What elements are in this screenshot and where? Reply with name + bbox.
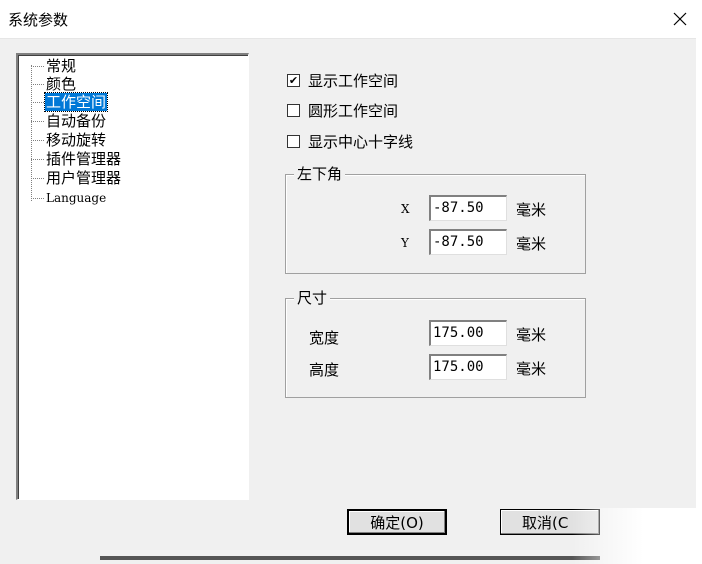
tree-item-user-manager[interactable]: 用户管理器 [31,169,122,187]
tree-item-label: 用户管理器 [46,169,122,187]
tree-item-label: 常规 [46,57,77,75]
x-field[interactable]: -87.50 [429,195,507,221]
checkbox-label: 显示中心十字线 [308,132,414,151]
width-label: 宽度 [309,329,340,347]
close-icon [673,12,687,26]
tree-item-color[interactable]: 颜色 [31,75,77,93]
checkbox-label: 圆形工作空间 [308,101,399,120]
show-workspace-checkbox[interactable]: ✔ 显示工作空间 [287,70,398,90]
window-edge [696,38,702,564]
x-label: X [401,202,410,216]
tree-item-general[interactable]: 常规 [31,57,77,75]
height-field[interactable]: 175.00 [429,354,507,380]
title-bar: 系统参数 [0,0,702,39]
tree-item-label: 工作空间 [43,92,109,112]
width-unit: 毫米 [516,326,547,344]
tree-item-autobackup[interactable]: 自动备份 [31,112,107,130]
close-button[interactable] [658,0,702,38]
checkbox-box[interactable] [287,134,300,148]
height-label: 高度 [309,361,340,379]
lower-left-group: 左下角 X -87.50 毫米 Y -87.50 毫米 [285,164,586,274]
x-unit: 毫米 [516,201,547,219]
size-group: 尺寸 宽度 175.00 毫米 高度 175.00 毫米 [285,288,586,398]
show-crosshair-checkbox[interactable]: 显示中心十字线 [287,131,413,151]
tree-item-label: 移动旋转 [46,131,107,149]
tree-item-label: 自动备份 [46,112,107,130]
height-unit: 毫米 [516,360,547,378]
ok-button[interactable]: 确定(O) [347,509,447,535]
tree-item-label: 颜色 [46,75,77,93]
tree-item-label: Language [46,191,107,205]
checkmark-icon: ✔ [288,73,299,87]
tree-item-move-rotate[interactable]: 移动旋转 [31,131,107,149]
tree-item-plugin-manager[interactable]: 插件管理器 [31,150,122,168]
checkbox-box[interactable] [287,103,300,117]
category-tree[interactable]: 常规 颜色 工作空间 自动备份 移动旋转 插件管理器 用户管理器 Languag… [16,53,249,500]
y-label: Y [401,236,409,250]
round-workspace-checkbox[interactable]: 圆形工作空间 [287,100,398,120]
window-title: 系统参数 [8,11,69,29]
window-shadow [100,556,600,560]
tree-item-label: 插件管理器 [46,150,122,168]
y-unit: 毫米 [516,235,547,253]
checkbox-label: 显示工作空间 [308,71,399,90]
y-field[interactable]: -87.50 [429,229,507,255]
tree-item-language[interactable]: Language [31,189,107,207]
tree-item-workspace[interactable]: 工作空间 [31,92,109,112]
group-title: 尺寸 [294,288,331,308]
width-field[interactable]: 175.00 [429,320,507,346]
checkbox-box[interactable]: ✔ [287,73,300,87]
group-title: 左下角 [294,164,346,184]
watermark-fade [572,508,702,564]
